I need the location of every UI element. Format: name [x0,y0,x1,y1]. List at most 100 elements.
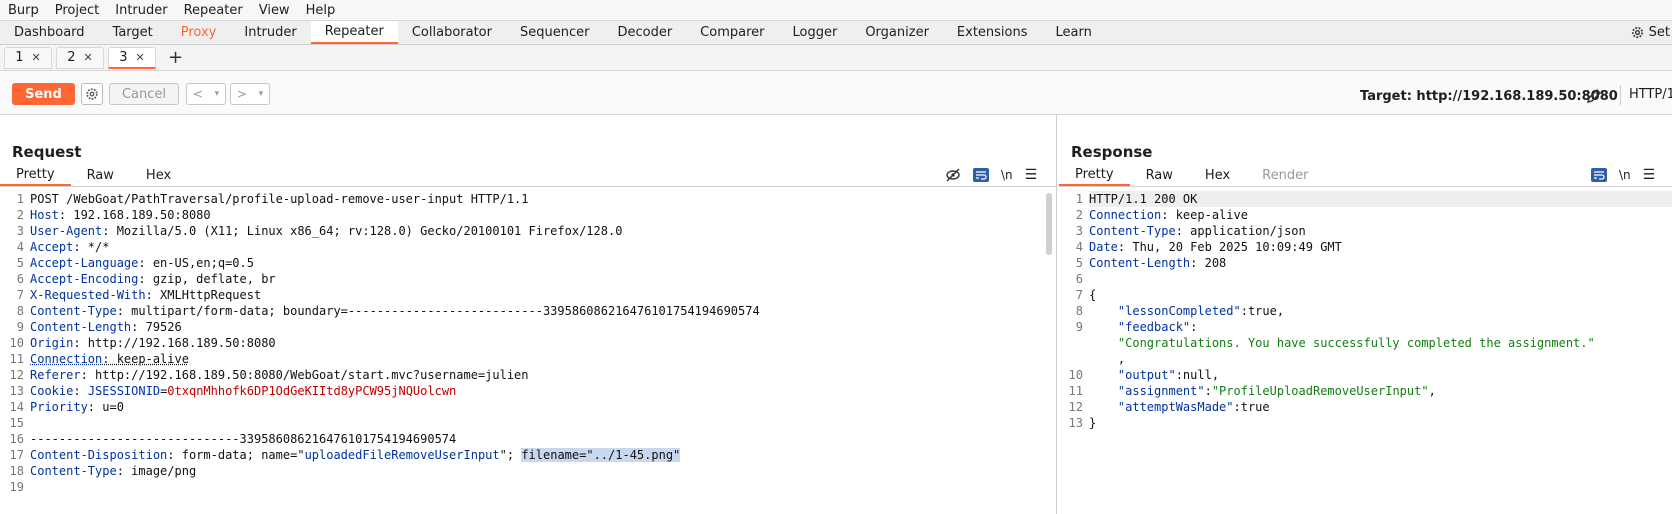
close-icon[interactable]: ✕ [84,51,93,64]
code-line: 7{ [1059,287,1672,303]
protocol-label[interactable]: HTTP/1 [1620,85,1672,105]
tab-pretty[interactable]: Pretty [0,165,71,186]
code-token: : [1204,384,1212,398]
tab-proxy[interactable]: Proxy [167,21,231,44]
code-token: "ProfileUploadRemoveUserInput" [1211,384,1429,398]
code-token: { [1089,288,1097,302]
forward-button[interactable]: > ▾ [230,83,270,105]
line-number: 6 [1075,272,1083,286]
code-token: X-Requested-With [30,288,146,302]
tab-organizer[interactable]: Organizer [851,21,943,44]
code-line: 1 POST /WebGoat/PathTraversal/profile-upl… [0,191,1056,207]
request-scrollbar[interactable] [1046,193,1052,255]
cancel-button[interactable]: Cancel [109,83,179,105]
code-line: 17 Content-Disposition: form-data; name="… [0,447,1056,463]
tab-raw[interactable]: Raw [1130,165,1189,186]
tab-hex[interactable]: Hex [130,165,187,186]
code-token: HTTP/1.1 200 OK [1089,192,1198,206]
line-number: 5 [1075,256,1083,270]
line-content: HTTP/1.1 200 OK [1089,191,1672,207]
tab-collaborator[interactable]: Collaborator [398,21,506,44]
tab-hex[interactable]: Hex [1189,165,1246,186]
code-line: 1 HTTP/1.1 200 OK [1059,191,1672,207]
tab-repeater[interactable]: Repeater [310,21,398,44]
close-icon[interactable]: ✕ [32,51,41,64]
line-content: "feedback": [1089,319,1672,335]
word-wrap-icon[interactable] [973,168,989,182]
tab-logger[interactable]: Logger [779,21,852,44]
code-token: : 192.168.189.50:8080 [58,208,211,222]
close-icon[interactable]: ✕ [136,51,145,64]
tab-learn[interactable]: Learn [1042,21,1106,44]
line-number: 8 [16,304,24,318]
send-button[interactable]: Send [12,83,75,105]
line-content: Content-Length: 208 [1089,255,1672,271]
line-number: 4 [16,240,24,254]
hide-icon[interactable] [945,168,961,182]
line-number: 3 [16,224,24,238]
tab-comparer[interactable]: Comparer [686,21,778,44]
menu-view[interactable]: View [251,3,298,18]
response-editor[interactable]: 1 HTTP/1.1 200 OK 2 Connection: keep-alive 3… [1059,191,1672,514]
code-line: "Congratulations. You have successfully … [1059,335,1672,351]
line-number: 11 [1068,384,1083,398]
tab-target[interactable]: Target [99,21,167,44]
line-content: Date: Thu, 20 Feb 2025 10:09:49 GMT [1089,239,1672,255]
line-number: 19 [9,480,24,494]
code-token: Accept [30,240,74,254]
code-token: "; [499,448,522,462]
line-content: Connection: keep-alive [30,351,1056,367]
tab-dashboard[interactable]: Dashboard [0,21,99,44]
code-token: : XMLHttpRequest [145,288,262,302]
request-editor[interactable]: 1 POST /WebGoat/PathTraversal/profile-upl… [0,191,1056,514]
code-token: :null, [1175,368,1220,382]
menu-help[interactable]: Help [298,3,344,18]
menu-intruder[interactable]: Intruder [107,3,175,18]
back-button[interactable]: < ▾ [186,83,226,105]
menu-icon[interactable]: ☰ [1643,167,1656,183]
line-number: 10 [9,336,24,350]
request-settings-button[interactable] [81,83,103,105]
line-content [30,415,1056,431]
code-token: filename="../1-45.png" [521,448,681,462]
repeater-tab-2[interactable]: 2 ✕ [56,46,104,69]
menu-burp[interactable]: Burp [0,3,47,18]
line-number: 14 [9,400,24,414]
code-token: Accept-Language [30,256,139,270]
tab-extensions[interactable]: Extensions [943,21,1042,44]
word-wrap-icon[interactable] [1591,168,1607,182]
tab-decoder[interactable]: Decoder [603,21,686,44]
tab-render[interactable]: Render [1246,165,1324,186]
repeater-tabs: 1 ✕ 2 ✕ 3 ✕ + [0,45,1672,71]
code-token: : gzip, deflate, br [138,272,276,286]
menu-repeater[interactable]: Repeater [176,3,251,18]
line-number: 5 [16,256,24,270]
code-line: 2 Connection: keep-alive [1059,207,1672,223]
add-tab-icon[interactable]: + [168,47,183,68]
line-number: 12 [1068,400,1083,414]
repeater-tab-label: 3 [119,49,128,65]
line-content: "lessonCompleted":true, [1089,303,1672,319]
code-token: Content-Type [30,464,117,478]
code-token: "output" [1089,368,1176,382]
edit-target-icon[interactable] [1585,87,1603,105]
menu-icon[interactable]: ☰ [1025,167,1038,183]
line-number: 7 [16,288,24,302]
newline-toggle[interactable]: \n [1001,168,1013,182]
tab-raw[interactable]: Raw [71,165,130,186]
settings-button[interactable]: Set [1630,21,1672,44]
code-token: Connection [30,352,103,366]
tab-sequencer[interactable]: Sequencer [506,21,603,44]
newline-toggle[interactable]: \n [1619,168,1631,182]
code-token: Content-Length [30,320,132,334]
line-content: Content-Type: application/json [1089,223,1672,239]
repeater-toolbar: Send Cancel < ▾ > ▾ Target: http://192.168… [0,71,1672,115]
code-line: 15 [0,415,1056,431]
line-number: 18 [9,464,24,478]
repeater-tab-1[interactable]: 1 ✕ [4,46,52,69]
tab-pretty[interactable]: Pretty [1059,165,1130,186]
repeater-tab-3[interactable]: 3 ✕ [108,46,156,69]
tab-intruder[interactable]: Intruder [230,21,310,44]
code-token: uploadedFileRemoveUserInput [304,448,500,462]
menu-project[interactable]: Project [47,3,107,18]
